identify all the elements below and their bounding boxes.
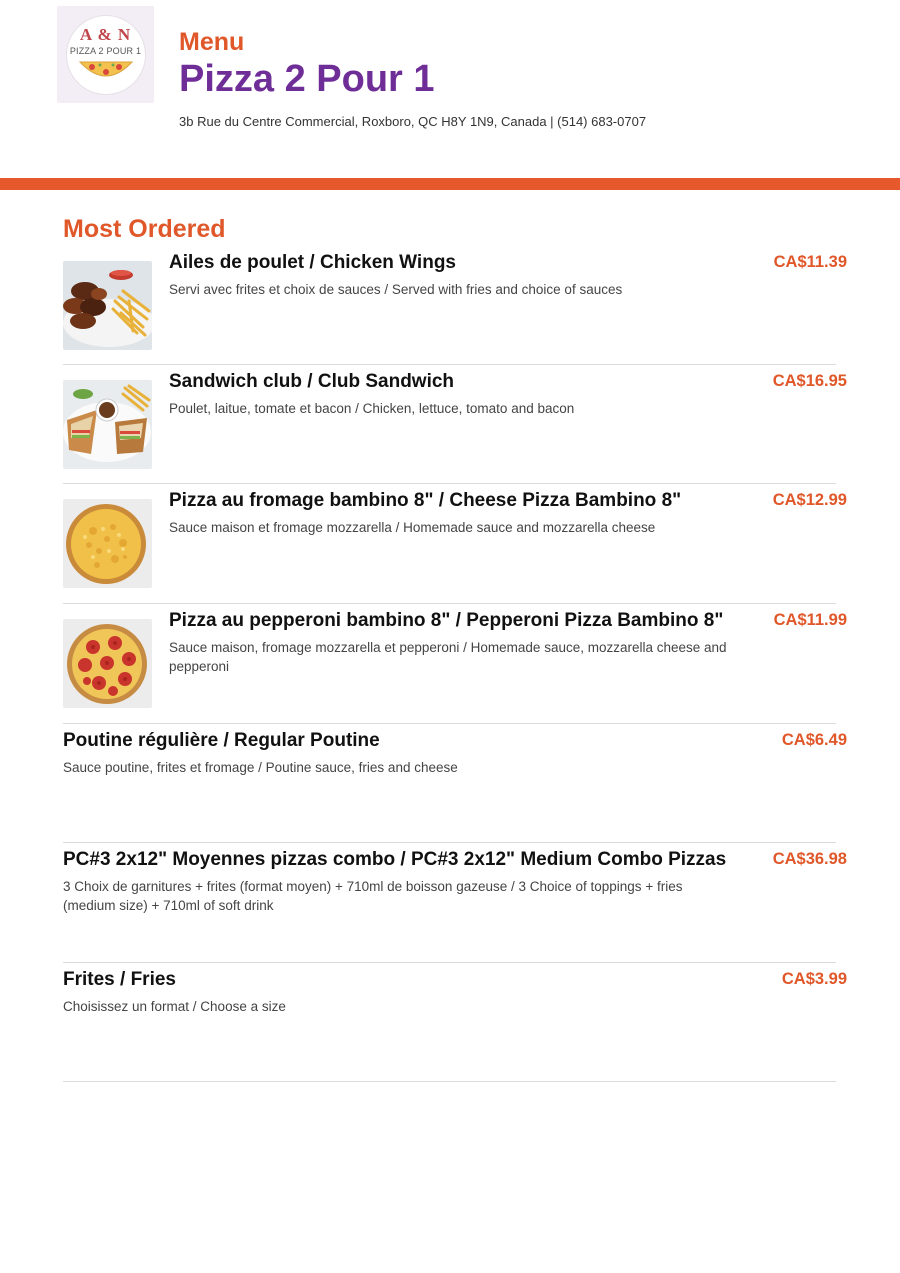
item-description: Sauce poutine, frites et fromage / Pouti… [63, 760, 458, 775]
item-price: CA$11.99 [773, 611, 847, 629]
restaurant-address: 3b Rue du Centre Commercial, Roxboro, QC… [179, 114, 647, 129]
menu-item-cheese-pizza[interactable]: Pizza au fromage bambino 8" / Cheese Piz… [63, 483, 847, 603]
club-sandwich-photo [63, 380, 152, 469]
pizza-slice-icon [78, 61, 133, 76]
item-price: CA$11.39 [773, 253, 847, 271]
item-description: Sauce maison, fromage mozzarella et pepp… [169, 640, 727, 674]
item-name: Poutine régulière / Regular Poutine [63, 730, 380, 751]
item-description: Sauce maison et fromage mozzarella / Hom… [169, 520, 656, 535]
item-description: 3 Choix de garnitures + frites (format m… [63, 879, 683, 913]
logo-emblem: A & N PIZZA 2 POUR 1 [65, 14, 146, 95]
header-divider-bar [0, 178, 900, 190]
item-description: Choisissez un format / Choose a size [63, 999, 286, 1014]
cheese-pizza-photo [63, 499, 152, 588]
menu-item-club-sandwich[interactable]: Sandwich club / Club Sandwich Poulet, la… [63, 364, 847, 484]
chicken-wings-photo [63, 261, 152, 350]
item-name: PC#3 2x12" Moyennes pizzas combo / PC#3 … [63, 849, 727, 870]
logo-subtitle: PIZZA 2 POUR 1 [69, 45, 142, 56]
menu-item-pepperoni-pizza[interactable]: Pizza au pepperoni bambino 8" / Pepperon… [63, 603, 847, 723]
menu-header: A & N PIZZA 2 POUR 1 Menu Pizza 2 Pour 1… [0, 0, 900, 178]
item-name: Sandwich club / Club Sandwich [169, 371, 455, 392]
item-description: Servi avec frites et choix de sauces / S… [169, 282, 623, 297]
restaurant-name: Pizza 2 Pour 1 [179, 58, 435, 100]
menu-label: Menu [179, 28, 245, 56]
logo-initials: A & N [79, 24, 132, 44]
item-divider [63, 1081, 836, 1082]
menu-item-fries[interactable]: Frites / Fries Choisissez un format / Ch… [63, 962, 847, 1082]
item-name: Pizza au pepperoni bambino 8" / Pepperon… [169, 610, 724, 631]
item-name: Frites / Fries [63, 969, 176, 990]
restaurant-logo: A & N PIZZA 2 POUR 1 [57, 6, 154, 103]
item-price: CA$6.49 [781, 731, 847, 749]
item-price: CA$16.95 [772, 372, 847, 390]
menu-item-regular-poutine[interactable]: Poutine régulière / Regular Poutine Sauc… [63, 723, 847, 843]
menu-item-pc3-combo[interactable]: PC#3 2x12" Moyennes pizzas combo / PC#3 … [63, 842, 847, 962]
menu-item-chicken-wings[interactable]: Ailes de poulet / Chicken Wings Servi av… [63, 245, 847, 365]
item-name: Ailes de poulet / Chicken Wings [169, 252, 456, 273]
item-description: Poulet, laitue, tomate et bacon / Chicke… [169, 401, 575, 416]
item-price: CA$3.99 [781, 970, 847, 988]
pepperoni-pizza-photo [63, 619, 152, 708]
section-title-most-ordered: Most Ordered [63, 215, 226, 243]
item-price: CA$36.98 [772, 850, 847, 868]
item-price: CA$12.99 [772, 491, 847, 509]
item-name: Pizza au fromage bambino 8" / Cheese Piz… [169, 490, 682, 511]
